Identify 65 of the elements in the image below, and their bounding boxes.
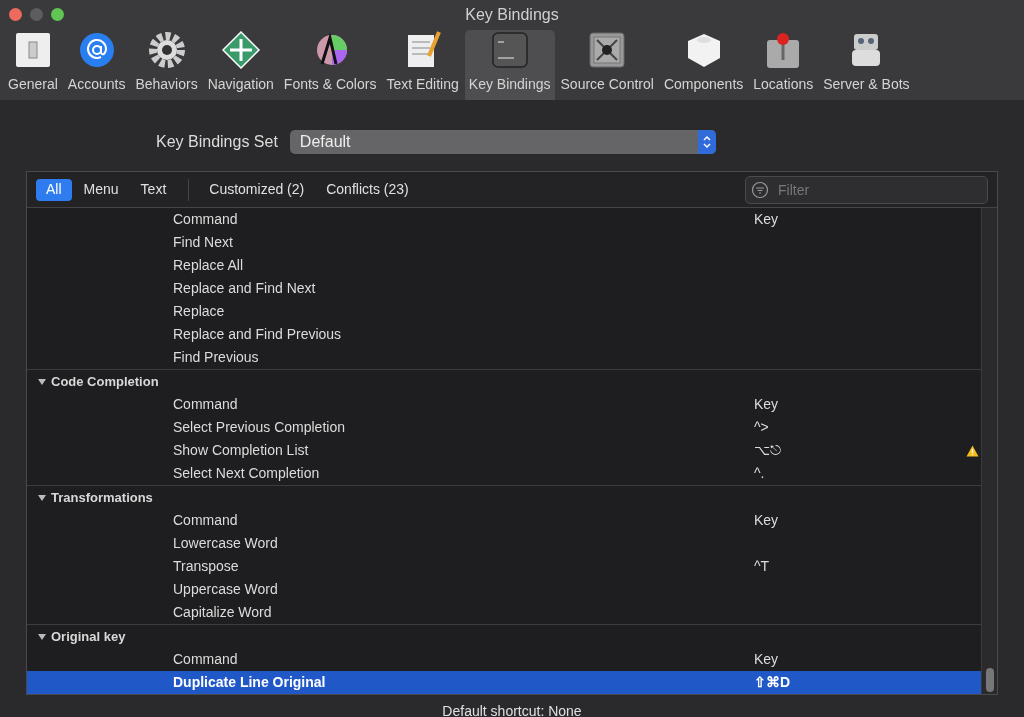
window-title: Key Bindings bbox=[465, 5, 559, 25]
key-bindings-set-dropdown[interactable]: Default bbox=[289, 130, 716, 154]
binding-row[interactable]: Capitalize Word bbox=[27, 601, 981, 624]
binding-row[interactable]: Replace and Find Previous bbox=[27, 323, 981, 346]
filter-tab[interactable]: All bbox=[36, 178, 72, 201]
command-name: Show Completion List bbox=[173, 441, 310, 460]
binding-row[interactable]: Replace and Find Next bbox=[27, 277, 981, 300]
column-header: Command bbox=[173, 395, 239, 414]
command-name: Lowercase Word bbox=[173, 534, 279, 553]
command-name: Replace bbox=[173, 302, 226, 321]
command-name: Transpose bbox=[173, 557, 240, 576]
binding-row[interactable]: Replace All bbox=[27, 254, 981, 277]
binding-row[interactable]: Transpose ^T bbox=[27, 555, 981, 578]
command-name: Find Next bbox=[173, 233, 234, 252]
filter-tab[interactable]: Conflicts (23) bbox=[316, 178, 419, 201]
command-name: Capitalize Word bbox=[173, 603, 273, 622]
column-header: Command bbox=[173, 210, 239, 229]
filter-field[interactable]: Filter bbox=[745, 175, 988, 204]
toolbar-tab[interactable]: Server & Bots bbox=[819, 30, 914, 100]
command-name: Replace and Find Previous bbox=[173, 325, 343, 344]
group-title: Transformations bbox=[51, 488, 153, 507]
key-bindings-set-label: Key Bindings Set bbox=[156, 132, 278, 152]
filter-tab[interactable]: Text bbox=[130, 178, 177, 201]
command-name: Find Previous bbox=[173, 348, 260, 367]
toolbar-tab[interactable]: Locations bbox=[749, 30, 818, 100]
column-header: Command bbox=[173, 511, 239, 530]
column-header: Command bbox=[173, 650, 239, 669]
toolbar-tab[interactable]: General bbox=[4, 30, 62, 100]
toolbar-tab[interactable]: Fonts & Colors bbox=[279, 30, 381, 100]
column-header: Key bbox=[754, 511, 779, 530]
binding-row[interactable]: Show Completion List ⌥⎋ bbox=[27, 439, 981, 462]
filter-tab[interactable]: Menu bbox=[73, 178, 129, 201]
binding-row[interactable]: Replace bbox=[27, 300, 981, 323]
binding-row[interactable]: Select Previous Completion ^> bbox=[27, 416, 981, 439]
command-name: Select Previous Completion bbox=[173, 418, 346, 437]
key-shortcut: ⌥⎋ bbox=[754, 442, 781, 458]
column-header: Key bbox=[754, 395, 779, 414]
toolbar-tab[interactable]: Components bbox=[659, 30, 748, 100]
binding-row[interactable]: Duplicate Line Original ⇧⌘D bbox=[27, 671, 981, 694]
toolbar-tab[interactable]: Source Control bbox=[556, 30, 658, 100]
filter-tab[interactable]: Customized (2) bbox=[199, 178, 315, 201]
toolbar-tab[interactable]: Navigation bbox=[203, 30, 278, 100]
command-name: Replace and Find Next bbox=[173, 279, 317, 298]
command-name: Replace All bbox=[173, 256, 245, 275]
key-shortcut: ^T bbox=[754, 558, 770, 574]
group-title: Original key bbox=[51, 627, 126, 646]
column-header: Key bbox=[754, 650, 779, 669]
key-shortcut: ^> bbox=[754, 419, 769, 435]
toolbar-tab[interactable]: Behaviors bbox=[131, 30, 202, 100]
command-name: Uppercase Word bbox=[173, 580, 279, 599]
binding-row[interactable]: Find Next bbox=[27, 231, 981, 254]
column-header: Key bbox=[754, 210, 779, 229]
command-name: Duplicate Line Original bbox=[173, 673, 327, 692]
binding-row[interactable]: Lowercase Word bbox=[27, 532, 981, 555]
group-title: Code Completion bbox=[51, 372, 159, 391]
binding-row[interactable]: Uppercase Word bbox=[27, 578, 981, 601]
toolbar-tab[interactable]: Key Bindings bbox=[464, 30, 555, 100]
key-shortcut: ⇧⌘D bbox=[754, 674, 791, 690]
key-shortcut: ^. bbox=[754, 465, 765, 481]
toolbar-tab[interactable]: Accounts bbox=[63, 30, 130, 100]
toolbar-tab[interactable]: Text Editing bbox=[382, 30, 463, 100]
status-text: Default shortcut: None bbox=[442, 702, 582, 717]
command-name: Select Next Completion bbox=[173, 464, 321, 483]
binding-row[interactable]: Find Previous bbox=[27, 346, 981, 369]
binding-row[interactable]: Select Next Completion ^. bbox=[27, 462, 981, 485]
